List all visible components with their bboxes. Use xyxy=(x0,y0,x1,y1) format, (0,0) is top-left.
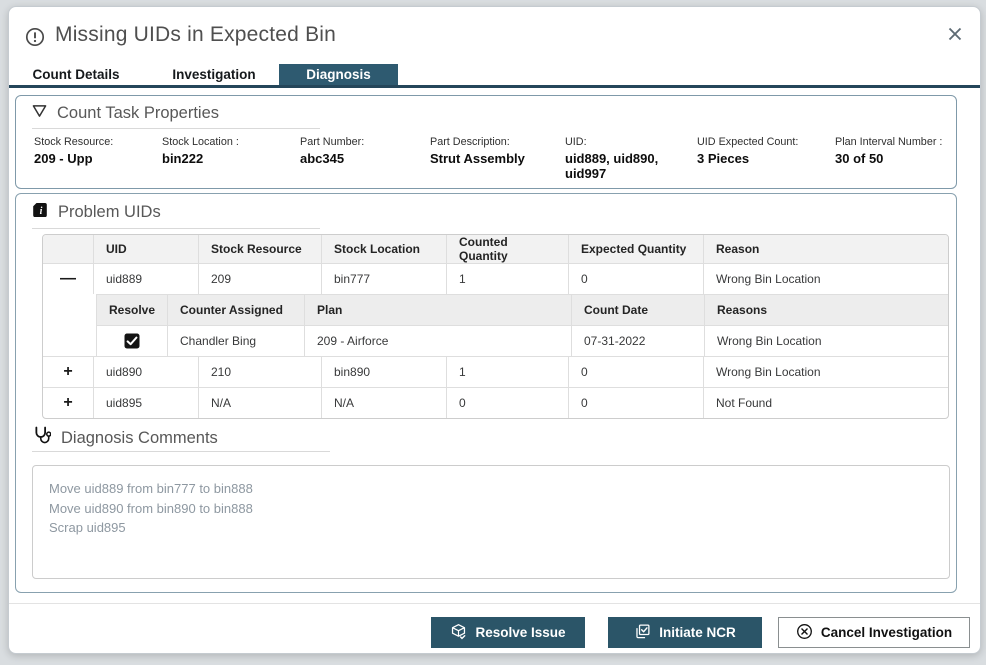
subheader-counter-assigned: Counter Assigned xyxy=(167,294,304,325)
count-task-properties-panel: Count Task Properties Stock Resource: 20… xyxy=(15,95,957,189)
row-detail-subtable-wrap: Resolve Counter Assigned Plan Count Date… xyxy=(43,294,948,356)
subheader-reasons: Reasons xyxy=(704,294,948,325)
count-task-fields: Stock Resource: 209 - Upp Stock Location… xyxy=(34,136,948,181)
subheader-resolve: Resolve xyxy=(97,294,167,325)
table-header-row: UID Stock Resource Stock Location Counte… xyxy=(43,235,948,263)
resolve-checkbox[interactable] xyxy=(124,333,140,349)
header-stock-resource: Stock Resource xyxy=(198,235,321,263)
subtable-header-row: Resolve Counter Assigned Plan Count Date… xyxy=(97,294,948,325)
comment-line: Move uid890 from bin890 to bin888 xyxy=(49,499,933,519)
collapse-row-button[interactable]: — xyxy=(60,271,76,287)
close-button[interactable] xyxy=(942,23,968,49)
stethoscope-icon xyxy=(32,426,51,450)
field-uid-expected-count: UID Expected Count: 3 Pieces xyxy=(697,136,835,181)
row-detail-subtable: Resolve Counter Assigned Plan Count Date… xyxy=(96,294,948,356)
table-row-uid890: + uid890 210 bin890 1 0 Wrong Bin Locati… xyxy=(43,356,948,387)
dialog-missing-uids: Missing UIDs in Expected Bin Count Detai… xyxy=(8,6,981,654)
package-check-icon xyxy=(450,623,467,643)
problem-uids-table: UID Stock Resource Stock Location Counte… xyxy=(42,234,949,419)
dialog-title: Missing UIDs in Expected Bin xyxy=(55,23,336,47)
problem-uids-title: i Problem UIDs xyxy=(32,202,161,223)
tab-diagnosis[interactable]: Diagnosis xyxy=(279,64,398,85)
section-underline xyxy=(32,228,320,229)
diagnosis-comments-box[interactable]: Move uid889 from bin777 to bin888 Move u… xyxy=(32,465,950,579)
expand-row-button[interactable]: + xyxy=(63,395,72,411)
svg-text:i: i xyxy=(40,206,43,217)
header-counted-quantity: Counted Quantity xyxy=(446,235,568,263)
cancel-investigation-button[interactable]: Cancel Investigation xyxy=(778,617,970,648)
footer-divider xyxy=(9,603,980,604)
initiate-ncr-button[interactable]: Initiate NCR xyxy=(608,617,762,648)
resolve-issue-button[interactable]: Resolve Issue xyxy=(431,617,585,648)
problem-uids-panel: i Problem UIDs UID Stock Resource Stock … xyxy=(15,193,957,593)
field-uid: UID: uid889, uid890, uid997 xyxy=(565,136,697,181)
field-plan-interval-number: Plan Interval Number : 30 of 50 xyxy=(835,136,948,181)
subheader-count-date: Count Date xyxy=(571,294,704,325)
section-underline xyxy=(32,128,320,129)
tag-info-icon: i xyxy=(32,202,48,223)
tab-investigation[interactable]: Investigation xyxy=(164,64,264,85)
tab-count-details[interactable]: Count Details xyxy=(21,64,131,85)
header-reason: Reason xyxy=(703,235,948,263)
header-expand xyxy=(43,235,93,263)
subtable-data-row: Chandler Bing 209 - Airforce 07-31-2022 … xyxy=(97,325,948,356)
header-expected-quantity: Expected Quantity xyxy=(568,235,703,263)
field-stock-location: Stock Location : bin222 xyxy=(162,136,300,181)
field-part-number: Part Number: abc345 xyxy=(300,136,430,181)
field-part-description: Part Description: Strut Assembly xyxy=(430,136,565,181)
collapse-triangle-icon[interactable] xyxy=(32,104,47,123)
table-row-uid895: + uid895 N/A N/A 0 0 Not Found xyxy=(43,387,948,418)
cancel-circle-x-icon xyxy=(796,623,813,643)
expand-row-button[interactable]: + xyxy=(63,364,72,380)
comment-line: Scrap uid895 xyxy=(49,518,933,538)
alert-info-icon xyxy=(25,27,45,47)
table-row-uid889: — uid889 209 bin777 1 0 Wrong Bin Locati… xyxy=(43,263,948,294)
field-stock-resource: Stock Resource: 209 - Upp xyxy=(34,136,162,181)
subtable-indent xyxy=(43,294,96,356)
clipboard-check-icon xyxy=(634,623,651,643)
diagnosis-comments-title: Diagnosis Comments xyxy=(32,426,218,450)
header-stock-location: Stock Location xyxy=(321,235,446,263)
section-underline xyxy=(32,451,330,452)
header-uid: UID xyxy=(93,235,198,263)
subheader-plan: Plan xyxy=(304,294,571,325)
count-task-properties-title: Count Task Properties xyxy=(32,104,219,123)
comment-line: Move uid889 from bin777 to bin888 xyxy=(49,479,933,499)
close-icon xyxy=(947,26,963,47)
tab-underline xyxy=(9,85,980,88)
